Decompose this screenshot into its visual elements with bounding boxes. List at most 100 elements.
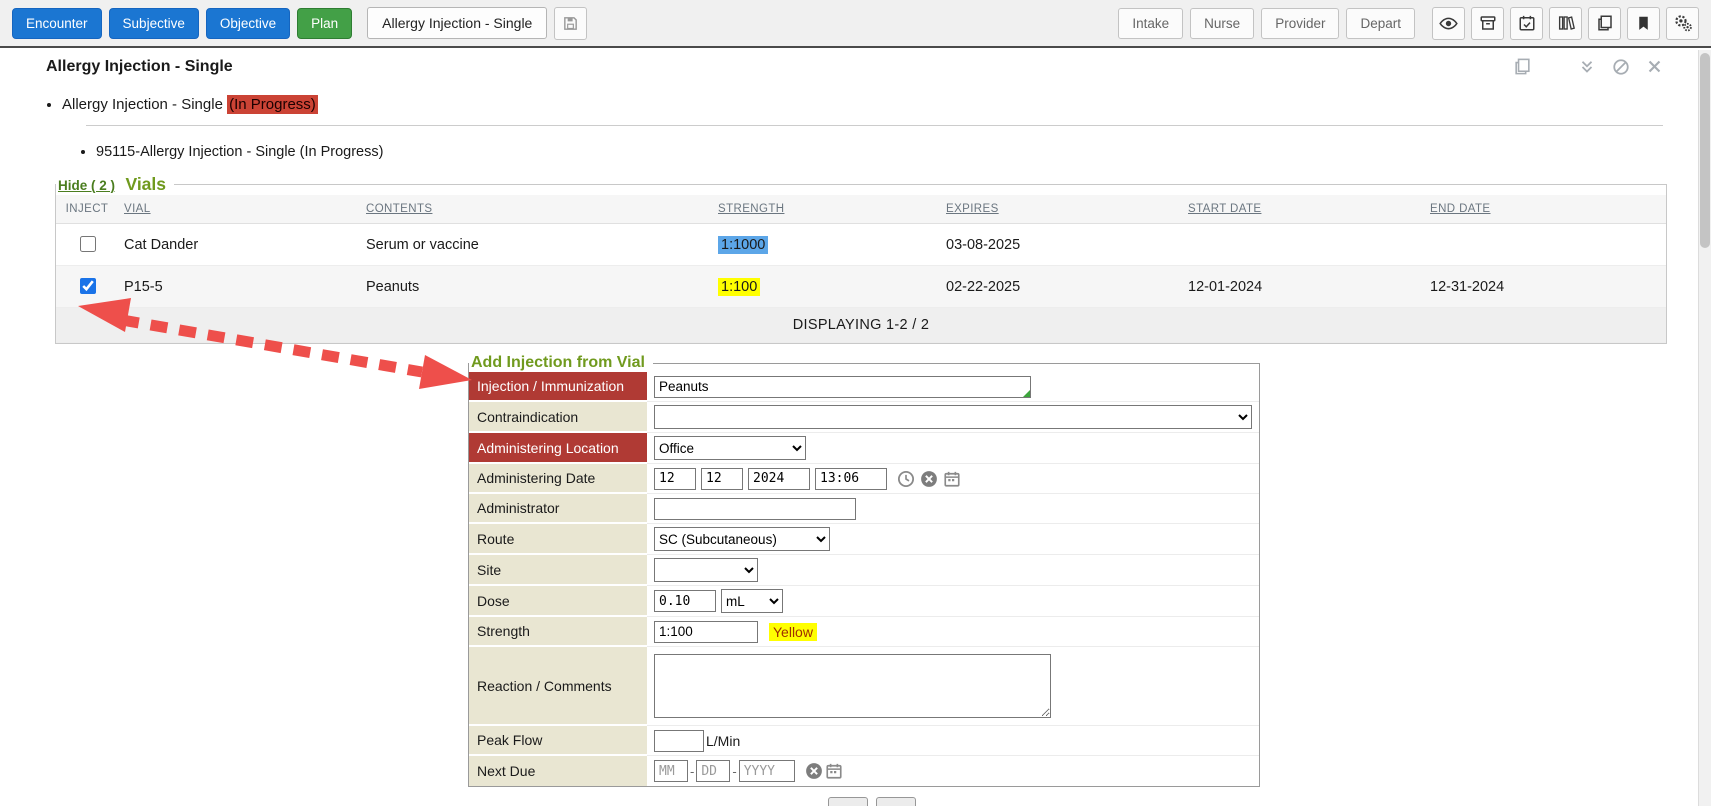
contraindication-select[interactable]	[654, 405, 1252, 429]
archive-button[interactable]	[1471, 7, 1504, 40]
bottom-button-partial[interactable]	[876, 797, 916, 806]
field-strength: Strength Yellow	[469, 617, 1259, 647]
settings-button[interactable]	[1666, 7, 1699, 40]
col-contents[interactable]: CONTENTS	[360, 195, 712, 224]
reaction-textarea[interactable]	[654, 654, 1051, 718]
col-expires[interactable]: EXPIRES	[940, 195, 1182, 224]
clock-icon[interactable]	[897, 470, 915, 488]
bookmark-icon	[1635, 15, 1652, 32]
strength-cell: 1:1000	[712, 224, 940, 266]
panel-header: Allergy Injection - Single	[0, 48, 1711, 80]
hide-vials-link[interactable]: Hide ( 2 )	[58, 178, 115, 193]
bottom-button-partial[interactable]	[828, 797, 868, 806]
add-injection-form: Add Injection from Vial Injection / Immu…	[468, 354, 1260, 787]
archive-icon	[1479, 14, 1497, 32]
top-toolbar: Encounter Subjective Objective Plan Alle…	[0, 0, 1711, 48]
col-vial[interactable]: VIAL	[118, 195, 360, 224]
next-due-month-input[interactable]	[654, 760, 688, 782]
eye-button[interactable]	[1432, 7, 1465, 40]
table-paging-status: DISPLAYING 1-2 / 2	[56, 308, 1666, 343]
bookmark-button[interactable]	[1627, 7, 1660, 40]
field-peak-flow: Peak Flow L/Min	[469, 726, 1259, 756]
col-strength[interactable]: STRENGTH	[712, 195, 940, 224]
encounter-button[interactable]: Encounter	[12, 8, 102, 39]
dose-label: Dose	[469, 586, 647, 617]
next-due-calendar-icon[interactable]	[825, 762, 843, 780]
subjective-button[interactable]: Subjective	[109, 8, 199, 39]
divider	[86, 125, 1663, 126]
col-inject: INJECT	[56, 195, 118, 224]
field-next-due: Next Due - -	[469, 756, 1259, 786]
copy-button[interactable]	[1588, 7, 1621, 40]
save-icon	[562, 15, 579, 32]
vials-table: INJECT VIAL CONTENTS STRENGTH EXPIRES ST…	[56, 195, 1666, 343]
provider-button[interactable]: Provider	[1261, 8, 1339, 39]
dose-input[interactable]	[654, 590, 716, 612]
panel-title: Allergy Injection - Single	[46, 58, 233, 76]
contraindication-label: Contraindication	[469, 402, 647, 433]
nurse-button[interactable]: Nurse	[1190, 8, 1254, 39]
location-select[interactable]: Office	[654, 436, 806, 460]
location-label: Administering Location	[469, 433, 647, 464]
route-select[interactable]: SC (Subcutaneous)	[654, 527, 830, 551]
status-list: Allergy Injection - Single (In Progress)	[62, 96, 1711, 113]
clear-date-icon[interactable]	[920, 470, 938, 488]
date-month-input[interactable]	[654, 468, 696, 490]
close-icon[interactable]	[1646, 58, 1663, 75]
vertical-scrollbar[interactable]	[1698, 50, 1711, 806]
injection-label: Injection / Immunization	[469, 372, 647, 402]
col-end-date[interactable]: END DATE	[1424, 195, 1666, 224]
start-date-cell: 12-01-2024	[1182, 266, 1424, 308]
pages-icon[interactable]	[1513, 57, 1532, 76]
date-time-input[interactable]	[815, 468, 887, 490]
books-button[interactable]	[1549, 7, 1582, 40]
copy-icon	[1596, 14, 1614, 32]
col-start-date[interactable]: START DATE	[1182, 195, 1424, 224]
route-label: Route	[469, 524, 647, 555]
save-button[interactable]	[554, 7, 587, 40]
double-chevron-down-icon[interactable]	[1578, 58, 1596, 76]
date-separator: -	[732, 764, 736, 779]
vial-row-p15-5: P15-5 Peanuts 1:100 02-22-2025 12-01-202…	[56, 266, 1666, 308]
administrator-label: Administrator	[469, 494, 647, 524]
inject-checkbox[interactable]	[80, 236, 96, 252]
autocomplete-corner-icon	[1023, 390, 1030, 397]
calendar-picker-icon[interactable]	[943, 470, 961, 488]
site-select[interactable]	[654, 558, 758, 582]
intake-button[interactable]: Intake	[1118, 8, 1183, 39]
document-tab[interactable]: Allergy Injection - Single	[367, 7, 547, 39]
date-day-input[interactable]	[701, 468, 743, 490]
next-due-label: Next Due	[469, 756, 647, 786]
clear-next-due-icon[interactable]	[805, 762, 823, 780]
peak-flow-input[interactable]	[654, 730, 704, 752]
administrator-input[interactable]	[654, 498, 856, 520]
depart-button[interactable]: Depart	[1346, 8, 1415, 39]
status-item-text: Allergy Injection - Single	[62, 96, 227, 113]
inject-checkbox[interactable]	[80, 278, 96, 294]
vial-row-cat-dander: Cat Dander Serum or vaccine 1:1000 03-08…	[56, 224, 1666, 266]
date-year-input[interactable]	[748, 468, 810, 490]
reaction-label: Reaction / Comments	[469, 647, 647, 726]
start-date-cell	[1182, 224, 1424, 266]
scrollbar-thumb[interactable]	[1700, 53, 1710, 248]
books-icon	[1557, 14, 1575, 32]
strength-value-selected: 1:1000	[718, 236, 768, 254]
field-reaction-comments: Reaction / Comments	[469, 647, 1259, 726]
dose-unit-select[interactable]: mL	[721, 589, 783, 613]
vials-heading: Vials	[125, 174, 166, 194]
strength-input[interactable]	[654, 621, 758, 643]
field-contraindication: Contraindication	[469, 402, 1259, 433]
objective-button[interactable]: Objective	[206, 8, 290, 39]
strength-color-note: Yellow	[769, 623, 817, 641]
field-administrator: Administrator	[469, 494, 1259, 524]
plan-button[interactable]: Plan	[297, 8, 352, 39]
no-entry-icon[interactable]	[1612, 58, 1630, 76]
calendar-check-button[interactable]	[1510, 7, 1543, 40]
form-heading: Add Injection from Vial	[471, 354, 645, 371]
field-administering-date: Administering Date	[469, 464, 1259, 494]
field-route: Route SC (Subcutaneous)	[469, 524, 1259, 555]
next-due-day-input[interactable]	[696, 760, 730, 782]
injection-input[interactable]	[654, 376, 1031, 398]
calendar-check-icon	[1518, 14, 1536, 32]
next-due-year-input[interactable]	[739, 760, 795, 782]
